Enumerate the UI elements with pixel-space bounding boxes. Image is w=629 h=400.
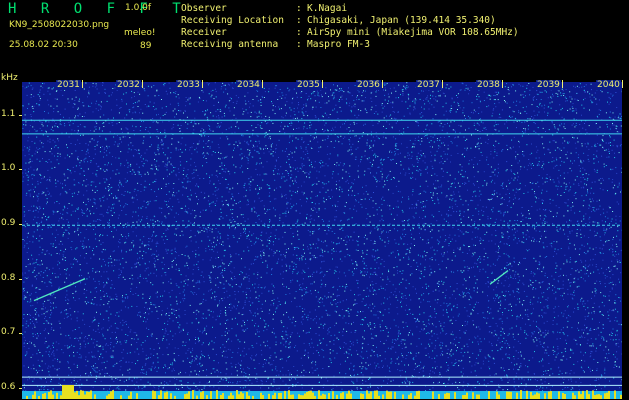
- y-tick-label: 0.8: [1, 272, 16, 283]
- datetime-label: 25.08.02 20:30: [9, 40, 78, 50]
- spectrogram: [22, 82, 622, 399]
- y-tick-mark: [19, 333, 22, 335]
- antenna-value: Maspro FM-3: [307, 39, 370, 50]
- location-separator: :: [296, 15, 302, 26]
- y-tick-mark: [19, 388, 22, 390]
- antenna-label: Receiving antenna: [181, 39, 279, 50]
- x-tick-label: 2032: [116, 80, 141, 90]
- x-tick-label: 2033: [176, 80, 201, 90]
- x-tick-label: 2038: [476, 80, 501, 90]
- version-label: 1.0.0f: [125, 3, 152, 13]
- x-tick-label: 2034: [236, 80, 261, 90]
- meteor-count: 89: [140, 41, 152, 51]
- receiver-separator: :: [296, 27, 302, 38]
- location-value: Chigasaki, Japan (139.414 35.340): [307, 15, 496, 26]
- receiver-value: AirSpy mini (Miakejima VOR 108.65MHz): [307, 27, 519, 38]
- meteor-label: meleo!: [124, 28, 156, 38]
- y-tick-label: 1.0: [1, 163, 16, 174]
- y-tick-mark: [19, 114, 22, 116]
- x-tick-label: 2040: [596, 80, 621, 90]
- receiver-label: Receiver: [181, 27, 227, 38]
- y-tick-label: 0.7: [1, 327, 16, 338]
- y-tick-label: 0.6: [1, 382, 16, 393]
- x-tick-mark: [502, 80, 503, 88]
- y-tick-mark: [19, 224, 22, 226]
- y-tick-mark: [19, 169, 22, 171]
- x-tick-mark: [202, 80, 203, 88]
- x-tick-label: 2037: [416, 80, 441, 90]
- antenna-separator: :: [296, 39, 302, 50]
- spectrogram-canvas: [22, 82, 622, 399]
- y-axis-label: kHz: [1, 73, 18, 83]
- x-tick-mark: [262, 80, 263, 88]
- observer-separator: :: [296, 3, 302, 14]
- noise-speckle: [22, 82, 622, 399]
- observer-label: Observer: [181, 3, 227, 14]
- x-tick-label: 2036: [356, 80, 381, 90]
- x-tick-label: 2031: [56, 80, 81, 90]
- y-tick-label: 1.1: [1, 108, 16, 119]
- x-tick-mark: [382, 80, 383, 88]
- app-title: H R O F F T: [8, 1, 189, 17]
- x-tick-label: 2035: [296, 80, 321, 90]
- observer-value: K.Nagai: [307, 3, 348, 14]
- x-tick-mark: [562, 80, 563, 88]
- y-tick-label: 0.9: [1, 218, 16, 229]
- y-tick-mark: [19, 278, 22, 280]
- x-tick-mark: [142, 80, 143, 88]
- x-tick-mark: [442, 80, 443, 88]
- x-tick-mark: [322, 80, 323, 88]
- x-tick-label: 2039: [536, 80, 561, 90]
- location-label: Receiving Location: [181, 15, 284, 26]
- filename-label: KN9_2508022030.png: [9, 20, 110, 30]
- bottom-band: [22, 385, 622, 399]
- x-tick-mark: [82, 80, 83, 88]
- x-tick-mark: [622, 80, 623, 88]
